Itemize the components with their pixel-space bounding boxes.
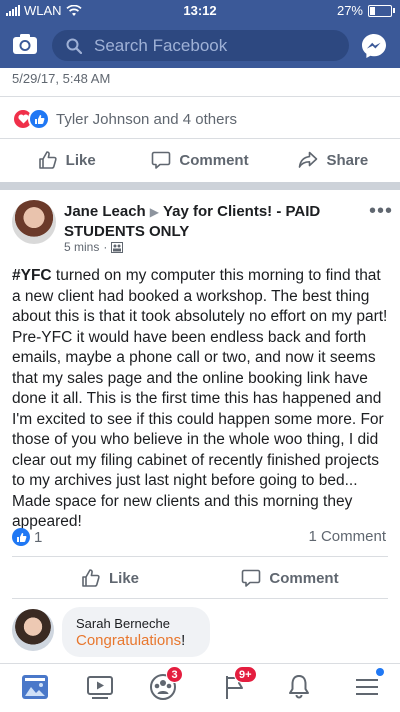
video-icon[interactable] — [85, 672, 115, 702]
comment-button[interactable]: Comment — [133, 140, 266, 180]
comment-button[interactable]: Comment — [200, 558, 380, 598]
like-icon — [38, 151, 57, 169]
commenter-name[interactable]: Sarah Berneche — [76, 616, 170, 631]
comment-suffix: ! — [181, 632, 186, 649]
post-actions: Like Comment Share — [0, 140, 400, 180]
comment-icon — [242, 569, 261, 587]
hamburger-menu-icon — [356, 679, 378, 695]
more-options-icon[interactable]: ••• — [369, 201, 393, 221]
search-icon — [66, 38, 82, 54]
bottom-tab-bar: 3 9+ — [0, 663, 400, 712]
post-hashtag[interactable]: #YFC — [12, 267, 52, 284]
battery-percent: 27% — [336, 3, 363, 18]
post-meta: 5 mins · — [64, 240, 124, 254]
group-audience-icon — [111, 241, 124, 253]
post-timestamp: 5/29/17, 5:48 AM — [12, 71, 111, 86]
groups-tab[interactable]: 3 — [148, 666, 183, 702]
like-reaction-icon — [28, 108, 50, 130]
divider — [12, 598, 388, 599]
share-icon — [299, 151, 318, 168]
comment-highlight: Congratulations — [76, 632, 182, 649]
camera-icon[interactable] — [12, 33, 38, 55]
comment-label: Comment — [179, 151, 249, 169]
like-label: Like — [108, 569, 139, 587]
comment-icon — [152, 151, 171, 169]
comment-label: Comment — [269, 569, 339, 587]
post-actions: Like Comment — [20, 558, 380, 598]
pages-tab[interactable]: 9+ — [220, 666, 257, 702]
status-right: 27% — [336, 3, 395, 18]
like-button[interactable]: Like — [0, 140, 133, 180]
divider — [0, 96, 400, 97]
like-count-value: 1 — [34, 528, 43, 546]
avatar[interactable] — [12, 200, 56, 244]
like-icon — [82, 569, 100, 587]
notifications-badge: 9+ — [234, 666, 257, 683]
status-bar: WLAN 13:12 27% — [0, 0, 400, 22]
arrow-right-icon: ▶ — [149, 205, 159, 219]
divider — [0, 138, 400, 139]
bell-icon[interactable] — [284, 672, 314, 702]
news-feed-icon[interactable] — [20, 672, 50, 702]
share-label: Share — [326, 151, 369, 169]
comment-text: Congratulations! — [76, 632, 185, 649]
menu-dot-indicator — [376, 668, 384, 676]
menu-tab[interactable] — [352, 668, 384, 702]
like-button[interactable]: Like — [20, 558, 200, 598]
post-text: turned on my computer this morning to fi… — [12, 267, 388, 530]
avatar[interactable] — [12, 609, 54, 651]
battery-icon — [368, 4, 395, 17]
like-label: Like — [65, 151, 96, 169]
groups-badge: 3 — [166, 666, 183, 683]
divider — [12, 556, 388, 557]
messenger-icon[interactable] — [361, 33, 387, 59]
dot-separator: · — [103, 240, 108, 254]
reactions-summary[interactable]: Tyler Johnson and 4 others — [12, 108, 237, 130]
comment-bubble[interactable]: Sarah Berneche Congratulations! — [62, 607, 210, 657]
post-body: #YFC turned on my computer this morning … — [12, 266, 388, 533]
like-count[interactable]: 1 — [12, 528, 42, 546]
reactions-text: Tyler Johnson and 4 others — [56, 110, 237, 128]
share-button[interactable]: Share — [267, 140, 400, 180]
search-placeholder: Search Facebook — [94, 35, 228, 55]
author-name[interactable]: Jane Leach — [64, 203, 146, 220]
comment-count[interactable]: 1 Comment — [308, 528, 386, 545]
search-bar[interactable]: Search Facebook — [52, 30, 349, 61]
feed-separator — [0, 182, 400, 190]
post-time[interactable]: 5 mins — [64, 240, 99, 254]
top-nav-bar: Search Facebook — [0, 22, 400, 68]
post-header: Jane Leach ▶ Yay for Clients! - PAID STUDE… — [64, 202, 364, 241]
like-reaction-icon — [12, 528, 30, 546]
